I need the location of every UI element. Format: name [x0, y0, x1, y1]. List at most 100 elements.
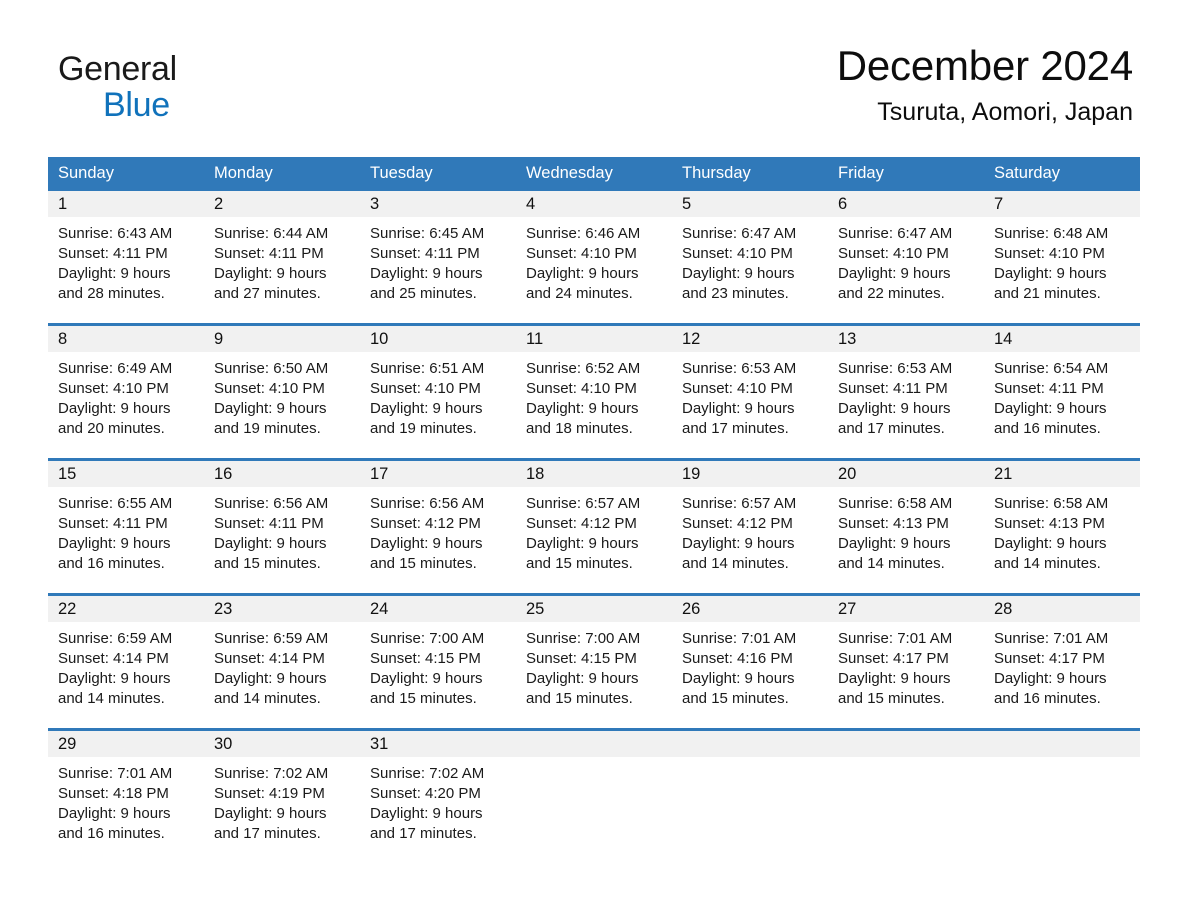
logo-word-blue: Blue — [103, 86, 170, 124]
calendar-day-cell[interactable]: 14 Sunrise: 6:54 AM Sunset: 4:11 PM Dayligh… — [984, 323, 1140, 460]
calendar-day-cell[interactable]: 30 Sunrise: 7:02 AM Sunset: 4:19 PM Dayligh… — [204, 728, 360, 849]
weekday-header-saturday: Saturday — [984, 157, 1140, 191]
sunrise-text: Sunrise: 6:53 AM — [838, 360, 953, 377]
day-number: 2 — [204, 191, 360, 217]
calendar-day-cell[interactable]: 3 Sunrise: 6:45 AM Sunset: 4:11 PM Daylight… — [360, 191, 516, 325]
calendar-day-cell[interactable]: 5 Sunrise: 6:47 AM Sunset: 4:10 PM Daylight… — [672, 191, 828, 325]
day-number: 1 — [48, 191, 204, 217]
page-title: December 2024 — [836, 42, 1133, 89]
daylight-text-line2: and 14 minutes. — [58, 690, 165, 707]
day-details: Sunrise: 6:48 AM Sunset: 4:10 PM Daylight:… — [984, 217, 1140, 304]
sunset-text: Sunset: 4:15 PM — [526, 650, 637, 667]
sunrise-text: Sunrise: 7:01 AM — [838, 630, 953, 647]
day-number: 12 — [672, 326, 828, 352]
day-details: Sunrise: 7:01 AM Sunset: 4:17 PM Daylight:… — [828, 622, 984, 709]
calendar-day-cell[interactable]: 13 Sunrise: 6:53 AM Sunset: 4:11 PM Dayligh… — [828, 323, 984, 460]
calendar-day-cell[interactable]: 2 Sunrise: 6:44 AM Sunset: 4:11 PM Daylight… — [204, 191, 360, 325]
calendar-day-cell[interactable]: 23 Sunrise: 6:59 AM Sunset: 4:14 PM Dayligh… — [204, 593, 360, 730]
day-number: 4 — [516, 191, 672, 217]
calendar-day-cell[interactable]: 16 Sunrise: 6:56 AM Sunset: 4:11 PM Dayligh… — [204, 458, 360, 595]
day-number: 11 — [516, 326, 672, 352]
calendar-day-cell[interactable]: 22 Sunrise: 6:59 AM Sunset: 4:14 PM Dayligh… — [48, 593, 204, 730]
daylight-text-line1: Daylight: 9 hours — [370, 265, 483, 282]
calendar-week-row: 8 Sunrise: 6:49 AM Sunset: 4:10 PM Daylight… — [48, 323, 1140, 460]
sunset-text: Sunset: 4:10 PM — [682, 245, 793, 262]
sunrise-text: Sunrise: 7:00 AM — [526, 630, 641, 647]
day-number: 5 — [672, 191, 828, 217]
daylight-text-line2: and 15 minutes. — [370, 690, 477, 707]
calendar-day-cell[interactable]: 12 Sunrise: 6:53 AM Sunset: 4:10 PM Dayligh… — [672, 323, 828, 460]
daylight-text-line1: Daylight: 9 hours — [526, 535, 639, 552]
day-number: 23 — [204, 596, 360, 622]
calendar-day-cell[interactable]: 9 Sunrise: 6:50 AM Sunset: 4:10 PM Daylight… — [204, 323, 360, 460]
sunrise-text: Sunrise: 6:55 AM — [58, 495, 173, 512]
weekday-header-tuesday: Tuesday — [360, 157, 516, 191]
daylight-text-line1: Daylight: 9 hours — [214, 805, 327, 822]
day-number: 14 — [984, 326, 1140, 352]
calendar-day-cell[interactable]: 27 Sunrise: 7:01 AM Sunset: 4:17 PM Dayligh… — [828, 593, 984, 730]
day-details: Sunrise: 7:02 AM Sunset: 4:20 PM Daylight:… — [360, 757, 516, 844]
calendar-day-cell[interactable]: 31 Sunrise: 7:02 AM Sunset: 4:20 PM Dayligh… — [360, 728, 516, 849]
general-blue-logo: General Blue — [58, 52, 258, 122]
calendar-day-cell[interactable]: 15 Sunrise: 6:55 AM Sunset: 4:11 PM Dayligh… — [48, 458, 204, 595]
daylight-text-line2: and 16 minutes. — [994, 420, 1101, 437]
calendar-table: Sunday Monday Tuesday Wednesday Thursday… — [48, 157, 1140, 849]
calendar-day-cell-empty — [672, 728, 828, 849]
sunrise-text: Sunrise: 7:01 AM — [682, 630, 797, 647]
day-number — [672, 731, 828, 757]
sunset-text: Sunset: 4:11 PM — [994, 380, 1104, 397]
calendar-week-row: 1 Sunrise: 6:43 AM Sunset: 4:11 PM Daylight… — [48, 191, 1140, 325]
daylight-text-line1: Daylight: 9 hours — [214, 535, 327, 552]
calendar-day-cell[interactable]: 10 Sunrise: 6:51 AM Sunset: 4:10 PM Dayligh… — [360, 323, 516, 460]
daylight-text-line2: and 17 minutes. — [214, 825, 321, 842]
calendar-day-cell[interactable]: 7 Sunrise: 6:48 AM Sunset: 4:10 PM Daylight… — [984, 191, 1140, 325]
calendar-day-cell[interactable]: 26 Sunrise: 7:01 AM Sunset: 4:16 PM Dayligh… — [672, 593, 828, 730]
day-details: Sunrise: 7:00 AM Sunset: 4:15 PM Daylight:… — [516, 622, 672, 709]
sunset-text: Sunset: 4:10 PM — [526, 245, 637, 262]
sunrise-text: Sunrise: 6:56 AM — [370, 495, 485, 512]
sunset-text: Sunset: 4:18 PM — [58, 785, 169, 802]
calendar-day-cell[interactable]: 21 Sunrise: 6:58 AM Sunset: 4:13 PM Dayligh… — [984, 458, 1140, 595]
page-subtitle: Tsuruta, Aomori, Japan — [877, 98, 1133, 127]
daylight-text-line1: Daylight: 9 hours — [994, 265, 1107, 282]
daylight-text-line2: and 14 minutes. — [682, 555, 789, 572]
calendar-day-cell[interactable]: 4 Sunrise: 6:46 AM Sunset: 4:10 PM Daylight… — [516, 191, 672, 325]
weekday-header-wednesday: Wednesday — [516, 157, 672, 191]
calendar-day-cell[interactable]: 28 Sunrise: 7:01 AM Sunset: 4:17 PM Dayligh… — [984, 593, 1140, 730]
daylight-text-line1: Daylight: 9 hours — [994, 535, 1107, 552]
calendar-day-cell[interactable]: 17 Sunrise: 6:56 AM Sunset: 4:12 PM Dayligh… — [360, 458, 516, 595]
day-number: 9 — [204, 326, 360, 352]
day-details: Sunrise: 7:00 AM Sunset: 4:15 PM Daylight:… — [360, 622, 516, 709]
daylight-text-line2: and 21 minutes. — [994, 285, 1101, 302]
daylight-text-line1: Daylight: 9 hours — [682, 535, 795, 552]
calendar-day-cell[interactable]: 29 Sunrise: 7:01 AM Sunset: 4:18 PM Dayligh… — [48, 728, 204, 849]
sunset-text: Sunset: 4:14 PM — [58, 650, 169, 667]
calendar-day-cell[interactable]: 25 Sunrise: 7:00 AM Sunset: 4:15 PM Dayligh… — [516, 593, 672, 730]
calendar-day-cell[interactable]: 6 Sunrise: 6:47 AM Sunset: 4:10 PM Daylight… — [828, 191, 984, 325]
sunrise-text: Sunrise: 6:57 AM — [526, 495, 641, 512]
day-number: 17 — [360, 461, 516, 487]
day-number: 31 — [360, 731, 516, 757]
calendar-day-cell[interactable]: 18 Sunrise: 6:57 AM Sunset: 4:12 PM Dayligh… — [516, 458, 672, 595]
calendar-day-cell[interactable]: 8 Sunrise: 6:49 AM Sunset: 4:10 PM Daylight… — [48, 323, 204, 460]
sunset-text: Sunset: 4:11 PM — [370, 245, 480, 262]
day-number: 19 — [672, 461, 828, 487]
daylight-text-line1: Daylight: 9 hours — [214, 400, 327, 417]
sunset-text: Sunset: 4:11 PM — [214, 245, 324, 262]
day-details: Sunrise: 6:58 AM Sunset: 4:13 PM Daylight:… — [984, 487, 1140, 574]
daylight-text-line2: and 19 minutes. — [214, 420, 321, 437]
day-number: 25 — [516, 596, 672, 622]
calendar-day-cell[interactable]: 20 Sunrise: 6:58 AM Sunset: 4:13 PM Dayligh… — [828, 458, 984, 595]
calendar-day-cell[interactable]: 1 Sunrise: 6:43 AM Sunset: 4:11 PM Daylight… — [48, 191, 204, 325]
daylight-text-line2: and 17 minutes. — [838, 420, 945, 437]
day-details: Sunrise: 6:45 AM Sunset: 4:11 PM Daylight:… — [360, 217, 516, 304]
calendar-day-cell[interactable]: 19 Sunrise: 6:57 AM Sunset: 4:12 PM Dayligh… — [672, 458, 828, 595]
daylight-text-line1: Daylight: 9 hours — [214, 670, 327, 687]
sunrise-text: Sunrise: 7:02 AM — [370, 765, 485, 782]
daylight-text-line1: Daylight: 9 hours — [58, 535, 171, 552]
sunrise-text: Sunrise: 6:48 AM — [994, 225, 1109, 242]
title-block: December 2024 Tsuruta, Aomori, Japan — [837, 42, 1133, 127]
calendar-day-cell[interactable]: 11 Sunrise: 6:52 AM Sunset: 4:10 PM Dayligh… — [516, 323, 672, 460]
calendar-table-wrapper: Sunday Monday Tuesday Wednesday Thursday… — [48, 157, 1140, 849]
calendar-day-cell[interactable]: 24 Sunrise: 7:00 AM Sunset: 4:15 PM Dayligh… — [360, 593, 516, 730]
